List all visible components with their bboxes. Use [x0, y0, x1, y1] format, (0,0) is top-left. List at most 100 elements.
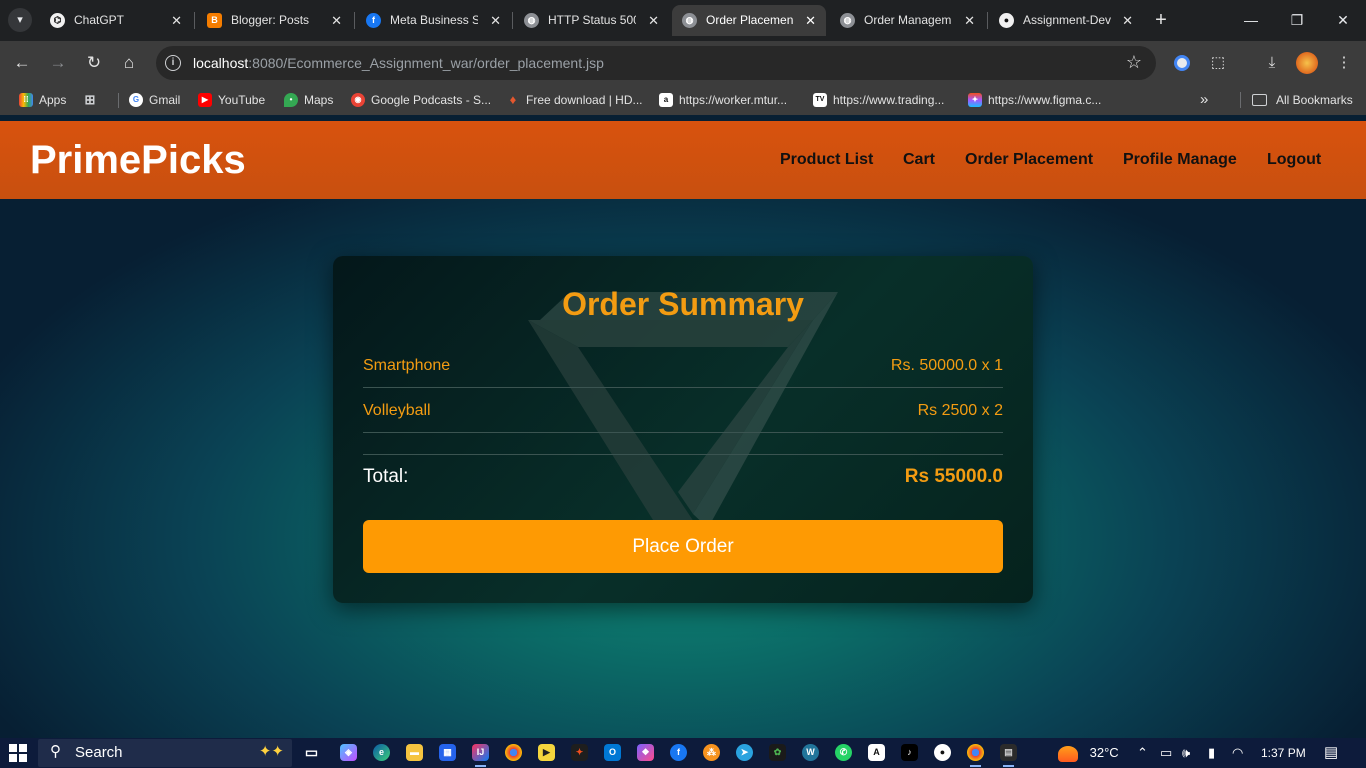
bookmark-tradingview[interactable]: TV https://www.trading...: [813, 85, 944, 115]
facebook-app-icon[interactable]: f: [670, 744, 687, 761]
bookmark-apps[interactable]: ⁞⁞ Apps: [19, 85, 66, 115]
bookmark-label: Apps: [39, 93, 67, 107]
flame-icon: ♦: [509, 92, 517, 107]
all-bookmarks-button[interactable]: All Bookmarks: [1252, 85, 1353, 115]
address-bar[interactable]: i localhost:8080/Ecommerce_Assignment_wa…: [156, 46, 1156, 80]
intellij-icon[interactable]: IJ: [472, 744, 489, 767]
profile-avatar-icon[interactable]: [1295, 51, 1319, 75]
close-icon[interactable]: ✕: [964, 5, 975, 36]
copilot-icon[interactable]: ◈: [340, 744, 357, 761]
edge-icon[interactable]: e: [373, 744, 390, 761]
telegram-icon[interactable]: ➤: [736, 744, 753, 761]
url-path: :8080/Ecommerce_Assignment_war/order_pla…: [248, 55, 604, 71]
wifi-icon[interactable]: ◠: [1232, 738, 1243, 768]
tab-http-status[interactable]: ◍ HTTP Status 500 ✕: [514, 5, 669, 36]
camera-icon[interactable]: ▭: [1160, 738, 1172, 768]
total-divider: [363, 454, 1003, 455]
spiral-app-icon[interactable]: ✿: [769, 744, 786, 761]
tab-assignment-dev[interactable]: ● Assignment-Dev ✕: [989, 5, 1143, 36]
tab-divider: [512, 12, 513, 29]
close-icon[interactable]: ✕: [331, 5, 342, 36]
bookmark-label: Maps: [304, 93, 334, 107]
tab-meta-business[interactable]: f Meta Business S ✕: [356, 5, 511, 36]
forward-arrow-icon[interactable]: →: [46, 51, 70, 75]
bookmark-gmail[interactable]: G Gmail: [129, 85, 180, 115]
folder-icon: [1252, 94, 1267, 106]
chrome-active-icon[interactable]: [967, 744, 984, 767]
back-arrow-icon[interactable]: ←: [10, 51, 34, 75]
bookmarks-divider: [118, 93, 119, 108]
google-lens-icon[interactable]: [1170, 51, 1194, 75]
tab-chatgpt[interactable]: ⌬ ChatGPT ✕: [40, 5, 192, 36]
close-icon[interactable]: ✕: [490, 5, 501, 36]
minimize-icon[interactable]: —: [1228, 0, 1274, 40]
download-icon[interactable]: ⤓: [1260, 51, 1284, 75]
tab-search-button[interactable]: ▾: [8, 8, 32, 32]
terminal-icon[interactable]: ▤: [1000, 744, 1017, 767]
bookmark-figma[interactable]: ✦ https://www.figma.c...: [968, 85, 1101, 115]
tab-order-placement[interactable]: ◍ Order Placemen ✕: [672, 5, 826, 36]
system-clock[interactable]: 1:37 PM: [1261, 738, 1306, 768]
amazon-icon: a: [659, 93, 673, 107]
tab-title: ChatGPT: [74, 13, 125, 27]
close-icon[interactable]: ✕: [1122, 5, 1133, 36]
bookmarks-divider: [1240, 92, 1241, 108]
outlook-icon[interactable]: O: [604, 744, 621, 761]
facebook-icon: f: [366, 13, 381, 28]
bookmark-maps[interactable]: • Maps: [284, 85, 333, 115]
nav-logout[interactable]: Logout: [1267, 121, 1321, 199]
bookmark-label: https://www.figma.c...: [988, 93, 1102, 107]
nav-cart[interactable]: Cart: [903, 121, 935, 199]
bookmark-mturk[interactable]: a https://worker.mtur...: [659, 85, 787, 115]
store-icon[interactable]: ▦: [439, 744, 456, 761]
writing-app-icon[interactable]: A: [868, 744, 885, 761]
new-tab-button[interactable]: +: [1150, 9, 1172, 31]
bookmark-google-podcasts[interactable]: ◉ Google Podcasts - S...: [351, 85, 491, 115]
extensions-icon[interactable]: ⬚: [1206, 51, 1230, 75]
menu-kebab-icon[interactable]: ⋮: [1332, 51, 1356, 75]
weather-widget[interactable]: 32°C: [1058, 738, 1119, 768]
tiktok-icon[interactable]: ♪: [901, 744, 918, 761]
notes-icon[interactable]: ▶: [538, 744, 555, 761]
figma-app-icon[interactable]: ✦: [571, 744, 588, 761]
wordpress-icon[interactable]: W: [802, 744, 819, 761]
volume-icon[interactable]: 🕪: [1182, 738, 1190, 768]
tab-blogger[interactable]: B Blogger: Posts ✕: [197, 5, 352, 36]
notifications-icon[interactable]: ▤: [1324, 738, 1338, 768]
close-icon[interactable]: ✕: [648, 5, 659, 36]
reload-icon[interactable]: ↻: [82, 51, 106, 75]
network-app-icon[interactable]: ⁂: [703, 744, 720, 761]
taskbar-search-box[interactable]: ⚲ Search ✦✦: [38, 739, 292, 767]
bookmark-tab-groups[interactable]: ⊞: [83, 85, 103, 115]
total-value: Rs 55000.0: [904, 466, 1003, 487]
address-url[interactable]: localhost:8080/Ecommerce_Assignment_war/…: [193, 46, 604, 80]
nav-product-list[interactable]: Product List: [780, 121, 873, 199]
globe-icon: ◍: [682, 13, 697, 28]
home-icon[interactable]: ⌂: [117, 51, 141, 75]
close-window-icon[interactable]: ✕: [1320, 0, 1366, 40]
nav-order-placement[interactable]: Order Placement: [965, 121, 1093, 199]
battery-icon[interactable]: ▮: [1208, 738, 1215, 768]
chrome-icon[interactable]: [505, 744, 522, 761]
teams-icon[interactable]: ❖: [637, 744, 654, 761]
tab-order-management[interactable]: ◍ Order Managem ✕: [830, 5, 985, 36]
task-view-icon[interactable]: ▭: [303, 744, 320, 761]
page-viewport: PrimePicks Product List Cart Order Place…: [0, 115, 1366, 738]
windows-start-icon[interactable]: [9, 744, 27, 762]
bookmark-youtube[interactable]: ▶ YouTube: [198, 85, 265, 115]
close-icon[interactable]: ✕: [805, 5, 816, 36]
close-icon[interactable]: ✕: [171, 5, 182, 36]
place-order-button[interactable]: Place Order: [363, 520, 1003, 573]
whatsapp-icon[interactable]: ✆: [835, 744, 852, 761]
tray-overflow-icon[interactable]: ⌃: [1137, 738, 1148, 768]
file-explorer-icon[interactable]: ▬: [406, 744, 423, 761]
bookmarks-overflow-icon[interactable]: »: [1200, 85, 1208, 115]
github-desktop-icon[interactable]: ●: [934, 744, 951, 761]
site-info-icon[interactable]: i: [165, 55, 181, 71]
bookmark-free-download[interactable]: ♦ Free download | HD...: [506, 85, 643, 115]
item-name: Smartphone: [363, 357, 451, 374]
nav-profile-manage[interactable]: Profile Manage: [1123, 121, 1237, 199]
site-brand[interactable]: PrimePicks: [30, 121, 246, 199]
bookmark-star-icon[interactable]: ☆: [1126, 52, 1142, 73]
restore-icon[interactable]: ❐: [1274, 0, 1320, 40]
